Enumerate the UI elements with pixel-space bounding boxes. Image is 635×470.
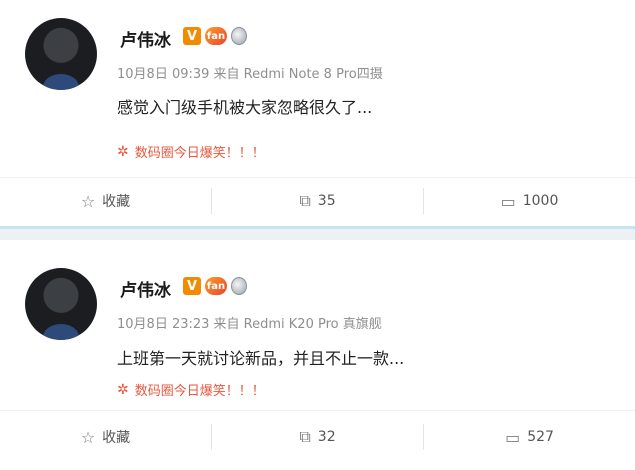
- flower-icon: ✲: [117, 143, 129, 160]
- medal-icon[interactable]: [231, 277, 247, 295]
- topic-link-label: 数码圈今日爆笑！！！: [134, 146, 265, 161]
- comment-count: 1000: [522, 193, 559, 209]
- favorite-button[interactable]: ☆ 收藏: [0, 427, 211, 447]
- share-arrow-icon: ⧉: [299, 191, 311, 210]
- favorite-button[interactable]: ☆ 收藏: [0, 191, 211, 211]
- comment-count: 527: [527, 429, 554, 445]
- topic-link[interactable]: ✲ 数码圈今日爆笑！！！: [117, 142, 265, 162]
- repost-count: 35: [317, 193, 336, 209]
- comment-button[interactable]: ▭ 1000: [424, 192, 635, 211]
- comment-button[interactable]: ▭ 527: [424, 428, 635, 447]
- action-bar: ☆ 收藏 ⧉ 32 ▭ 527: [0, 414, 635, 460]
- verified-v-icon[interactable]: V: [183, 277, 201, 295]
- post-text: 感觉入门级手机被大家忽略很久了...: [117, 98, 373, 117]
- medal-icon[interactable]: [231, 27, 247, 45]
- comment-bubble-icon: ▭: [505, 427, 521, 447]
- star-outline-icon: ☆: [80, 427, 96, 447]
- repost-button[interactable]: ⧉ 32: [212, 427, 423, 447]
- topic-link[interactable]: ✲ 数码圈今日爆笑！！！: [117, 380, 265, 400]
- author-badges: V fan: [183, 27, 247, 45]
- avatar[interactable]: [25, 268, 97, 340]
- comment-bubble-icon: ▭: [500, 191, 516, 211]
- weibo-post: 卢伟冰 V fan 10月8日 09:39 来自 Redmi Note 8 Pr…: [0, 0, 635, 226]
- post-meta[interactable]: 10月8日 09:39 来自 Redmi Note 8 Pro四摄: [117, 63, 383, 82]
- author-badges: V fan: [183, 277, 247, 295]
- action-bar: ☆ 收藏 ⧉ 35 ▭ 1000: [0, 178, 635, 224]
- post-divider: [0, 226, 635, 240]
- post-meta[interactable]: 10月8日 23:23 来自 Redmi K20 Pro 真旗舰: [117, 313, 382, 332]
- fan-badge-icon[interactable]: fan: [205, 27, 227, 45]
- fan-badge-icon[interactable]: fan: [205, 277, 227, 295]
- author-name[interactable]: 卢伟冰: [120, 276, 171, 301]
- favorite-label: 收藏: [102, 194, 131, 210]
- repost-count: 32: [317, 429, 336, 445]
- verified-v-icon[interactable]: V: [183, 27, 201, 45]
- weibo-post: 卢伟冰 V fan 10月8日 23:23 来自 Redmi K20 Pro 真…: [0, 240, 635, 470]
- topic-link-label: 数码圈今日爆笑！！！: [134, 384, 265, 399]
- avatar[interactable]: [25, 18, 97, 90]
- star-outline-icon: ☆: [80, 191, 96, 211]
- author-name[interactable]: 卢伟冰: [120, 26, 171, 51]
- share-arrow-icon: ⧉: [299, 427, 311, 446]
- flower-icon: ✲: [117, 381, 129, 398]
- actions-divider: [0, 410, 635, 411]
- post-text: 上班第一天就讨论新品，并且不止一款...: [117, 349, 405, 368]
- favorite-label: 收藏: [102, 430, 131, 446]
- repost-button[interactable]: ⧉ 35: [212, 191, 423, 211]
